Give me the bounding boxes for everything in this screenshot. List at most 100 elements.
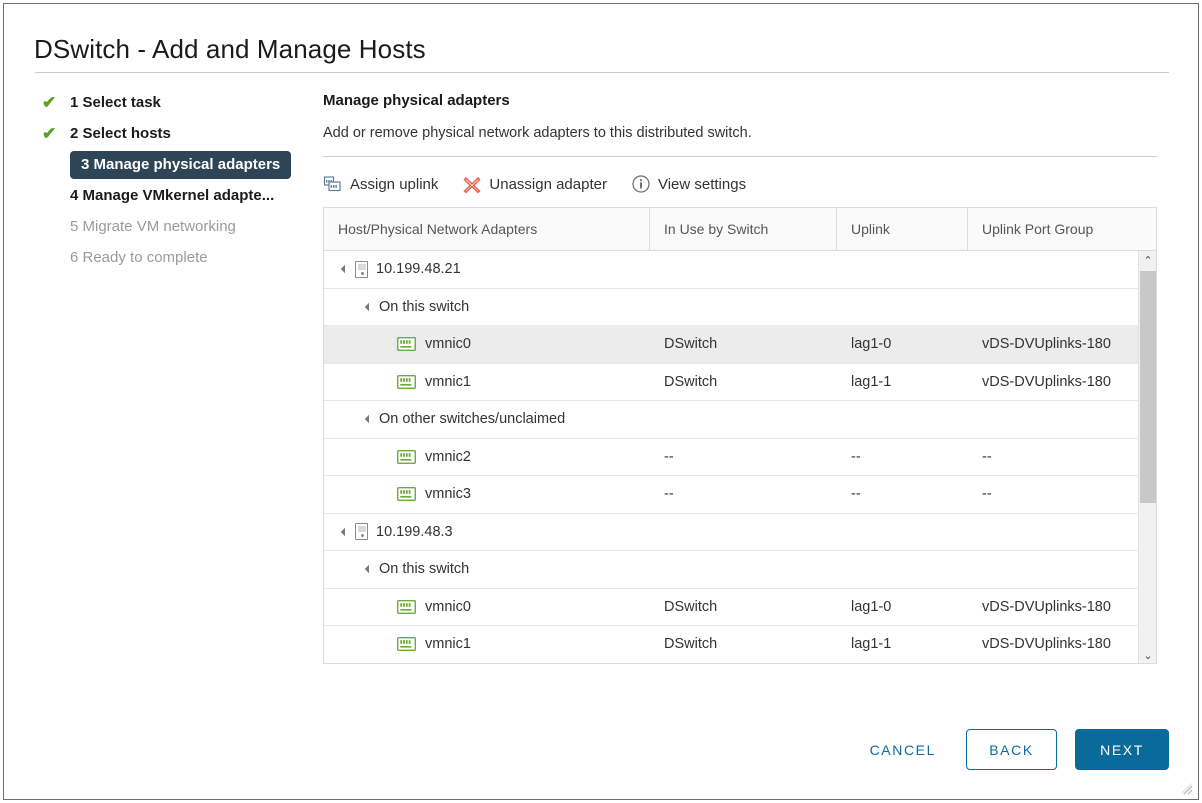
column-header[interactable]: Uplink Port Group bbox=[968, 208, 1156, 250]
cancel-button[interactable]: CANCEL bbox=[854, 732, 952, 768]
uplink-port-group-cell: vDS-DVUplinks-180 bbox=[982, 636, 1111, 653]
in-use-by-switch-cell: DSwitch bbox=[664, 636, 718, 653]
row-name-cell: 10.199.48.21 bbox=[324, 251, 650, 288]
table-row[interactable]: vmnic0 DSwitch lag1-0 vDS-DVUplinks-180 bbox=[324, 326, 1139, 364]
uplink-port-group-cell: vDS-DVUplinks-180 bbox=[982, 336, 1111, 353]
table-row[interactable]: 10.199.48.3 bbox=[324, 514, 1139, 551]
row-label: On this switch bbox=[379, 298, 470, 315]
table-row[interactable]: vmnic2 -- -- -- bbox=[324, 439, 1139, 476]
table-body: 10.199.48.21 On this switch vmnic0 DSwitch l… bbox=[324, 251, 1139, 665]
table-row[interactable]: On this switch bbox=[324, 551, 1139, 589]
row-label: vmnic0 bbox=[425, 336, 471, 353]
in-use-by-switch-cell: DSwitch bbox=[664, 336, 718, 353]
step-complete-check-icon: ✔ bbox=[42, 92, 57, 112]
table-vertical-scrollbar[interactable]: ⌃ ⌄ bbox=[1138, 251, 1156, 663]
section-subtitle: Add or remove physical network adapters … bbox=[323, 125, 752, 141]
dialog-title-bar: DSwitch - Add and Manage Hosts bbox=[4, 4, 1198, 73]
table-row[interactable]: vmnic0 DSwitch lag1-0 vDS-DVUplinks-180 bbox=[324, 589, 1139, 626]
in-use-by-switch-cell bbox=[650, 664, 837, 665]
expand-collapse-triangle-icon[interactable] bbox=[364, 415, 374, 424]
row-name-cell: On other switches/unclaimed bbox=[324, 401, 650, 438]
in-use-by-switch-cell bbox=[650, 289, 837, 326]
table-row[interactable]: On other switches/unclaimed bbox=[324, 401, 1139, 439]
wizard-step-2[interactable]: ✔ 2 Select hosts bbox=[38, 118, 308, 149]
uplink-port-group-cell: vDS-DVUplinks-180 bbox=[982, 598, 1111, 615]
uplink-cell bbox=[837, 551, 968, 588]
table-row[interactable]: vmnic1 DSwitch lag1-1 vDS-DVUplinks-180 bbox=[324, 626, 1139, 663]
network-adapter-icon bbox=[397, 374, 416, 389]
row-label: vmnic0 bbox=[425, 598, 471, 615]
view-settings-button[interactable]: View settings bbox=[631, 172, 746, 196]
table-row[interactable]: On other switches/unclaimed bbox=[324, 664, 1139, 665]
unassign-adapter-button[interactable]: Unassign adapter bbox=[462, 172, 607, 196]
in-use-by-switch-cell: -- bbox=[664, 486, 674, 503]
row-name-cell: vmnic3 bbox=[324, 476, 650, 513]
resize-grip-icon[interactable] bbox=[1179, 781, 1193, 795]
expand-collapse-triangle-icon[interactable] bbox=[340, 265, 350, 274]
view-settings-icon bbox=[631, 174, 651, 194]
wizard-step-4[interactable]: 4 Manage VMkernel adapte... bbox=[38, 180, 308, 211]
wizard-step-label: 4 Manage VMkernel adapte... bbox=[70, 186, 275, 204]
table-row[interactable]: On this switch bbox=[324, 289, 1139, 326]
assign-uplink-icon bbox=[323, 174, 343, 194]
uplink-cell: lag1-0 bbox=[851, 598, 892, 615]
uplink-port-group-cell bbox=[968, 401, 1139, 438]
scrollbar-thumb[interactable] bbox=[1140, 271, 1156, 503]
wizard-step-label: 3 Manage physical adapters bbox=[70, 150, 292, 179]
wizard-step-1[interactable]: ✔ 1 Select task bbox=[38, 87, 308, 118]
uplink-cell: lag1-0 bbox=[851, 336, 892, 353]
dialog-footer: CANCEL BACK NEXT bbox=[854, 729, 1169, 770]
table-row[interactable]: 10.199.48.21 bbox=[324, 251, 1139, 289]
assign-uplink-button[interactable]: Assign uplink bbox=[323, 172, 438, 196]
expand-collapse-triangle-icon[interactable] bbox=[340, 527, 350, 536]
uplink-cell: -- bbox=[851, 448, 861, 465]
network-adapter-icon bbox=[397, 599, 416, 614]
scroll-up-arrow-icon[interactable]: ⌃ bbox=[1139, 251, 1156, 269]
row-name-cell: On this switch bbox=[324, 551, 650, 588]
wizard-step-label: 1 Select task bbox=[70, 93, 161, 111]
uplink-port-group-cell: -- bbox=[982, 486, 992, 503]
uplink-cell: -- bbox=[851, 486, 861, 503]
wizard-step-5[interactable]: 5 Migrate VM networking bbox=[38, 211, 308, 242]
table-header-row: Host/Physical Network Adapters In Use by … bbox=[324, 208, 1156, 251]
adapters-table: Host/Physical Network Adapters In Use by … bbox=[323, 207, 1157, 664]
wizard-step-3[interactable]: 3 Manage physical adapters bbox=[70, 149, 308, 180]
content-pane: Manage physical adapters Add or remove p… bbox=[323, 92, 1157, 664]
expand-collapse-triangle-icon[interactable] bbox=[364, 565, 374, 574]
network-adapter-icon bbox=[397, 637, 416, 652]
back-button[interactable]: BACK bbox=[966, 729, 1057, 770]
expand-collapse-triangle-icon[interactable] bbox=[364, 302, 374, 311]
in-use-by-switch-cell: -- bbox=[664, 448, 674, 465]
column-header[interactable]: In Use by Switch bbox=[650, 208, 837, 250]
title-divider bbox=[35, 72, 1169, 73]
row-name-cell: 10.199.48.3 bbox=[324, 514, 650, 551]
row-label: 10.199.48.3 bbox=[376, 523, 453, 540]
uplink-cell bbox=[837, 401, 968, 438]
uplink-cell: lag1-1 bbox=[851, 636, 892, 653]
scroll-down-arrow-icon[interactable]: ⌄ bbox=[1139, 646, 1156, 663]
row-name-cell: On this switch bbox=[324, 289, 650, 326]
toolbar-action-label: Unassign adapter bbox=[489, 175, 607, 193]
row-label: 10.199.48.21 bbox=[376, 261, 461, 278]
next-button[interactable]: NEXT bbox=[1075, 729, 1169, 770]
uplink-cell bbox=[837, 251, 968, 288]
row-name-cell: vmnic2 bbox=[324, 439, 650, 476]
wizard-step-6[interactable]: 6 Ready to complete bbox=[38, 242, 308, 273]
row-name-cell: vmnic1 bbox=[324, 364, 650, 401]
column-header[interactable]: Uplink bbox=[837, 208, 968, 250]
table-row[interactable]: vmnic3 -- -- -- bbox=[324, 476, 1139, 514]
in-use-by-switch-cell bbox=[650, 251, 837, 288]
row-label: On other switches/unclaimed bbox=[379, 411, 566, 428]
uplink-port-group-cell bbox=[968, 289, 1139, 326]
toolbar-action-label: View settings bbox=[657, 175, 747, 193]
uplink-cell bbox=[837, 664, 968, 665]
section-title: Manage physical adapters bbox=[323, 92, 510, 109]
wizard-step-label: 5 Migrate VM networking bbox=[70, 217, 236, 235]
wizard-steps-nav: ✔ 1 Select task ✔ 2 Select hosts 3 Manage ph… bbox=[38, 87, 308, 273]
row-name-cell: vmnic1 bbox=[324, 626, 650, 663]
row-label: vmnic1 bbox=[425, 636, 471, 653]
add-manage-hosts-dialog: DSwitch - Add and Manage Hosts ✔ 1 Select… bbox=[3, 3, 1199, 800]
column-header[interactable]: Host/Physical Network Adapters bbox=[324, 208, 650, 250]
wizard-step-label: 2 Select hosts bbox=[70, 124, 171, 142]
table-row[interactable]: vmnic1 DSwitch lag1-1 vDS-DVUplinks-180 bbox=[324, 364, 1139, 401]
